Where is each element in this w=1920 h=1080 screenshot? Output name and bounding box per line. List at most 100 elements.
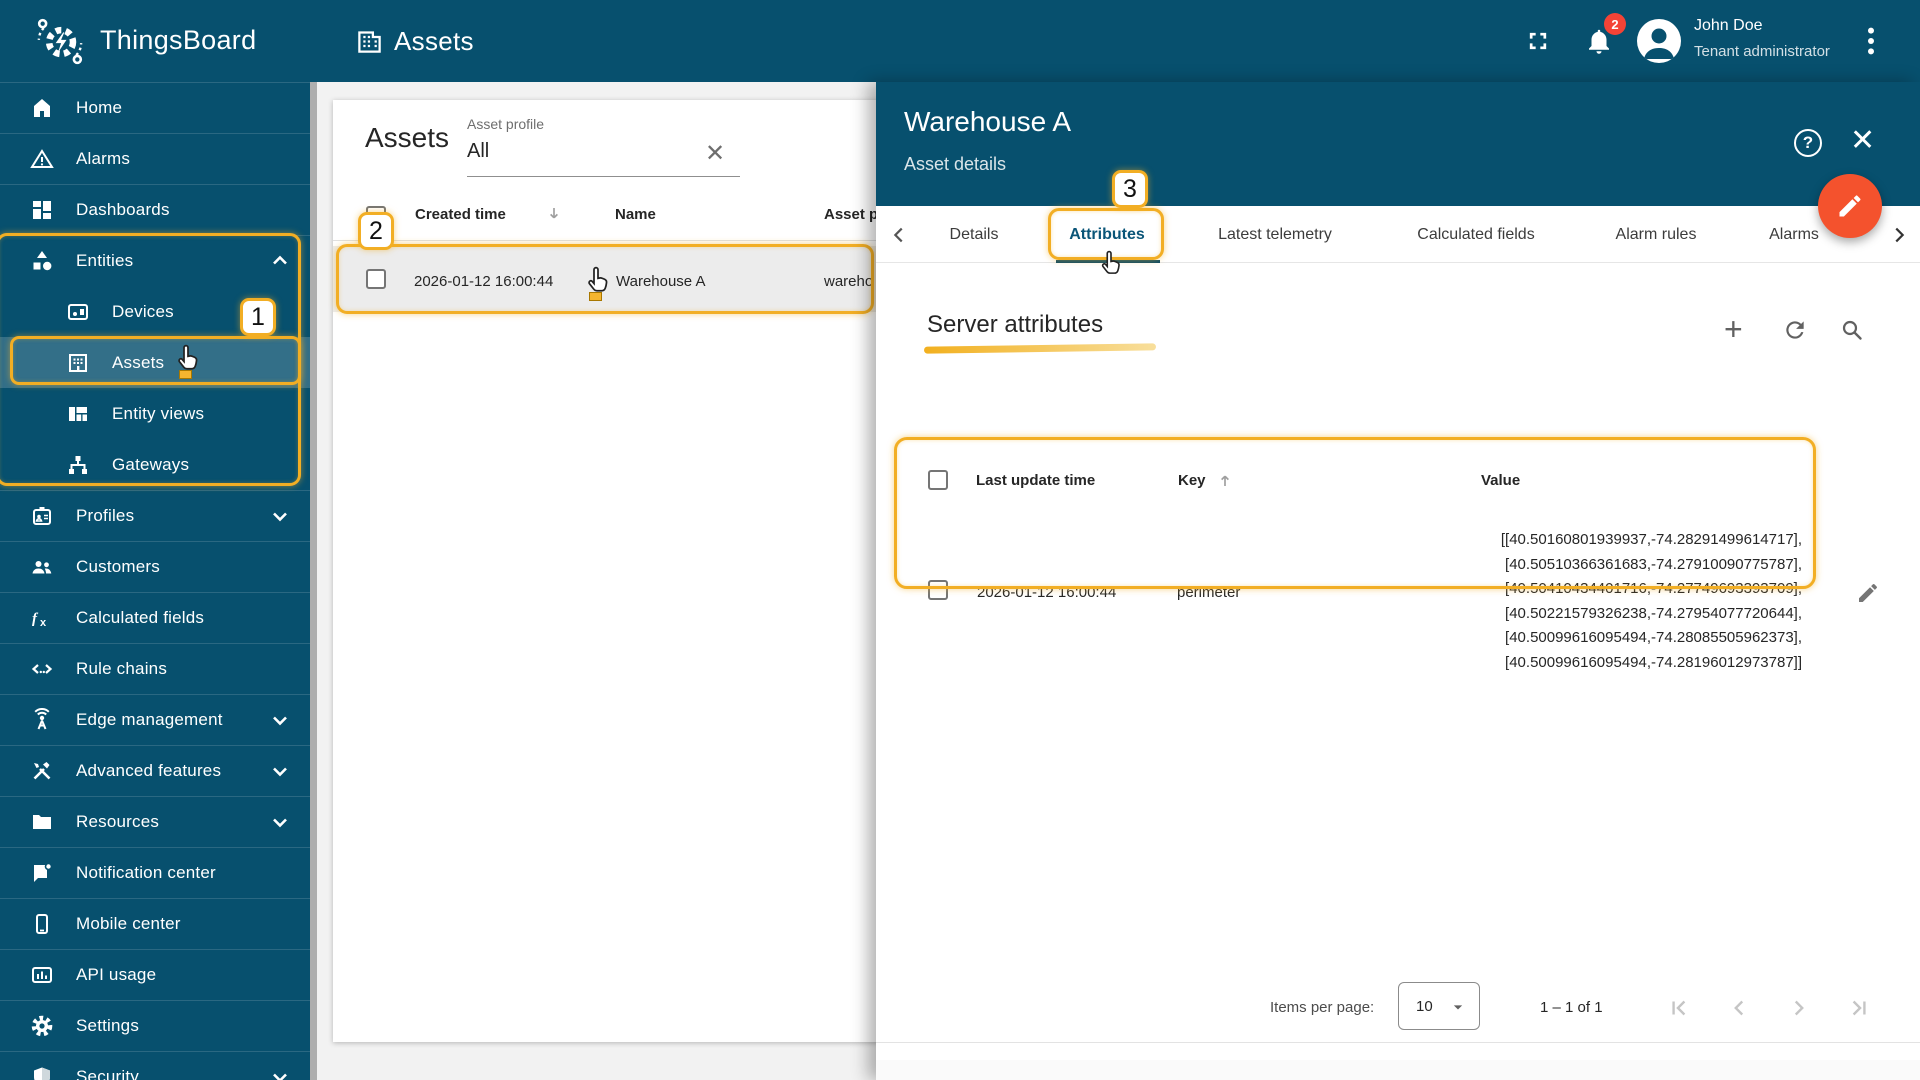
sidebar-item-edge-management[interactable]: Edge management [0,694,310,745]
sort-desc-icon[interactable] [545,205,563,228]
annotation-marker-underline [923,343,1157,354]
clear-filter-icon[interactable]: ✕ [705,142,725,166]
sidebar-item-label: Settings [76,1016,140,1035]
tab-alarms[interactable]: Alarms [1760,206,1828,263]
sidebar-scrollbar[interactable] [310,82,317,1080]
sidebar-item-label: Resources [76,812,160,831]
sidebar-item-assets[interactable]: Assets [0,337,310,388]
sidebar-item-dashboards[interactable]: Dashboards [0,184,310,235]
dashboards-icon [30,198,54,222]
asset-profile-filter-value[interactable]: All [467,140,489,163]
column-header-created-time[interactable]: Created time [415,206,506,223]
alarms-icon [30,147,54,171]
user-avatar[interactable] [1637,19,1681,63]
mobile-center-icon [30,912,54,936]
notification-center-icon [30,861,54,885]
chevron-down-icon [268,504,292,528]
sidebar-item-mobile-center[interactable]: Mobile center [0,898,310,949]
asset-details-drawer: Warehouse A Asset details ? ✕ Details At… [876,82,1920,1080]
sidebar-item-devices[interactable]: Devices [0,286,310,337]
tab-attributes[interactable]: Attributes [1052,206,1162,263]
sidebar-item-settings[interactable]: Settings [0,1000,310,1051]
sidebar-item-label: Calculated fields [76,608,205,627]
last-page-icon[interactable] [1846,995,1872,1026]
tab-details[interactable]: Details [938,206,1010,263]
column-header-value: Value [1481,472,1521,489]
page-title: Assets [394,26,474,56]
settings-icon [30,1014,54,1038]
tab-alarm-rules[interactable]: Alarm rules [1608,206,1704,263]
refresh-icon[interactable] [1782,317,1808,348]
close-drawer-icon[interactable]: ✕ [1850,126,1875,156]
fullscreen-icon[interactable] [1524,27,1552,60]
next-page-icon[interactable] [1786,995,1812,1026]
api-usage-icon [30,963,54,987]
chevron-down-icon [268,759,292,783]
sidebar-item-label: Mobile center [76,914,181,933]
search-icon[interactable] [1840,318,1864,347]
sort-asc-icon[interactable] [1216,471,1234,494]
devices-icon [66,300,90,324]
thingsboard-logo-icon[interactable] [34,15,86,72]
sidebar-item-entities[interactable]: Entities [0,235,310,286]
attributes-panel: Server attributes + Last update time Key… [876,263,1920,1060]
edit-attribute-pencil-icon[interactable] [1856,581,1880,610]
sidebar-item-label: Advanced features [76,761,222,780]
tab-latest-telemetry[interactable]: Latest telemetry [1192,206,1358,263]
sidebar-item-rule-chains[interactable]: Rule chains [0,643,310,694]
sidebar-item-home[interactable]: Home [0,82,310,133]
attr-select-all-checkbox[interactable] [928,470,948,490]
tab-calculated-fields[interactable]: Calculated fields [1392,206,1560,263]
sidebar-item-security[interactable]: Security [0,1051,310,1080]
select-all-checkbox[interactable] [366,206,386,226]
select-caret-icon [1448,997,1468,1022]
drawer-header: Warehouse A Asset details ? ✕ [876,82,1920,206]
calculated-fields-icon: fx [30,606,54,630]
sidebar-item-entity-views[interactable]: Entity views [0,388,310,439]
entities-icon [30,249,54,273]
sidebar-item-advanced-features[interactable]: Advanced features [0,745,310,796]
column-header-key[interactable]: Key [1178,472,1206,489]
column-header-last-update-time[interactable]: Last update time [976,472,1095,489]
column-header-name[interactable]: Name [615,206,656,223]
sidebar-item-label: Home [76,98,123,117]
sidebar-item-label: Rule chains [76,659,168,678]
app-title[interactable]: ThingsBoard [100,25,256,56]
sidebar-item-api-usage[interactable]: API usage [0,949,310,1000]
pencil-icon [1839,195,1861,217]
user-role: Tenant administrator [1694,43,1830,60]
tabs-scroll-right-icon[interactable] [1884,206,1914,263]
sidebar-item-label: Notification center [76,863,216,882]
sidebar-item-alarms[interactable]: Alarms [0,133,310,184]
previous-page-icon[interactable] [1726,995,1752,1026]
sidebar-item-profiles[interactable]: Profiles [0,490,310,541]
sidebar-item-customers[interactable]: Customers [0,541,310,592]
asset-created-time: 2026-01-12 16:00:44 [414,273,554,290]
chevron-up-icon [268,249,292,273]
kebab-menu-icon[interactable] [1864,26,1878,61]
sidebar-item-resources[interactable]: Resources [0,796,310,847]
edge-management-icon [30,708,54,732]
sidebar-item-calculated-fields[interactable]: fx Calculated fields [0,592,310,643]
resources-icon [30,810,54,834]
edit-asset-fab[interactable] [1818,174,1882,238]
drawer-subtitle: Asset details [904,154,1007,174]
chevron-down-icon [268,810,292,834]
help-icon[interactable]: ? [1794,129,1822,157]
attr-row-checkbox[interactable] [928,580,948,600]
sidebar-item-label: API usage [76,965,157,984]
column-header-asset-profile[interactable]: Asset p [824,206,878,223]
home-icon [30,96,54,120]
sidebar-item-notification-center[interactable]: Notification center [0,847,310,898]
entity-views-icon [66,402,90,426]
server-attributes-title: Server attributes [927,311,1104,338]
add-attribute-icon[interactable]: + [1724,313,1743,345]
tabs-scroll-left-icon[interactable] [884,206,914,263]
sidebar-item-gateways[interactable]: Gateways [0,439,310,490]
drawer-tabbar: Details Attributes Latest telemetry Calc… [876,206,1920,263]
asset-row-checkbox[interactable] [366,269,386,289]
first-page-icon[interactable] [1666,995,1692,1026]
attr-value: [[40.50160801939937,-74.28291499614717],… [1500,531,1802,671]
chevron-down-icon [268,1065,292,1080]
sidebar-item-label: Profiles [76,506,135,525]
